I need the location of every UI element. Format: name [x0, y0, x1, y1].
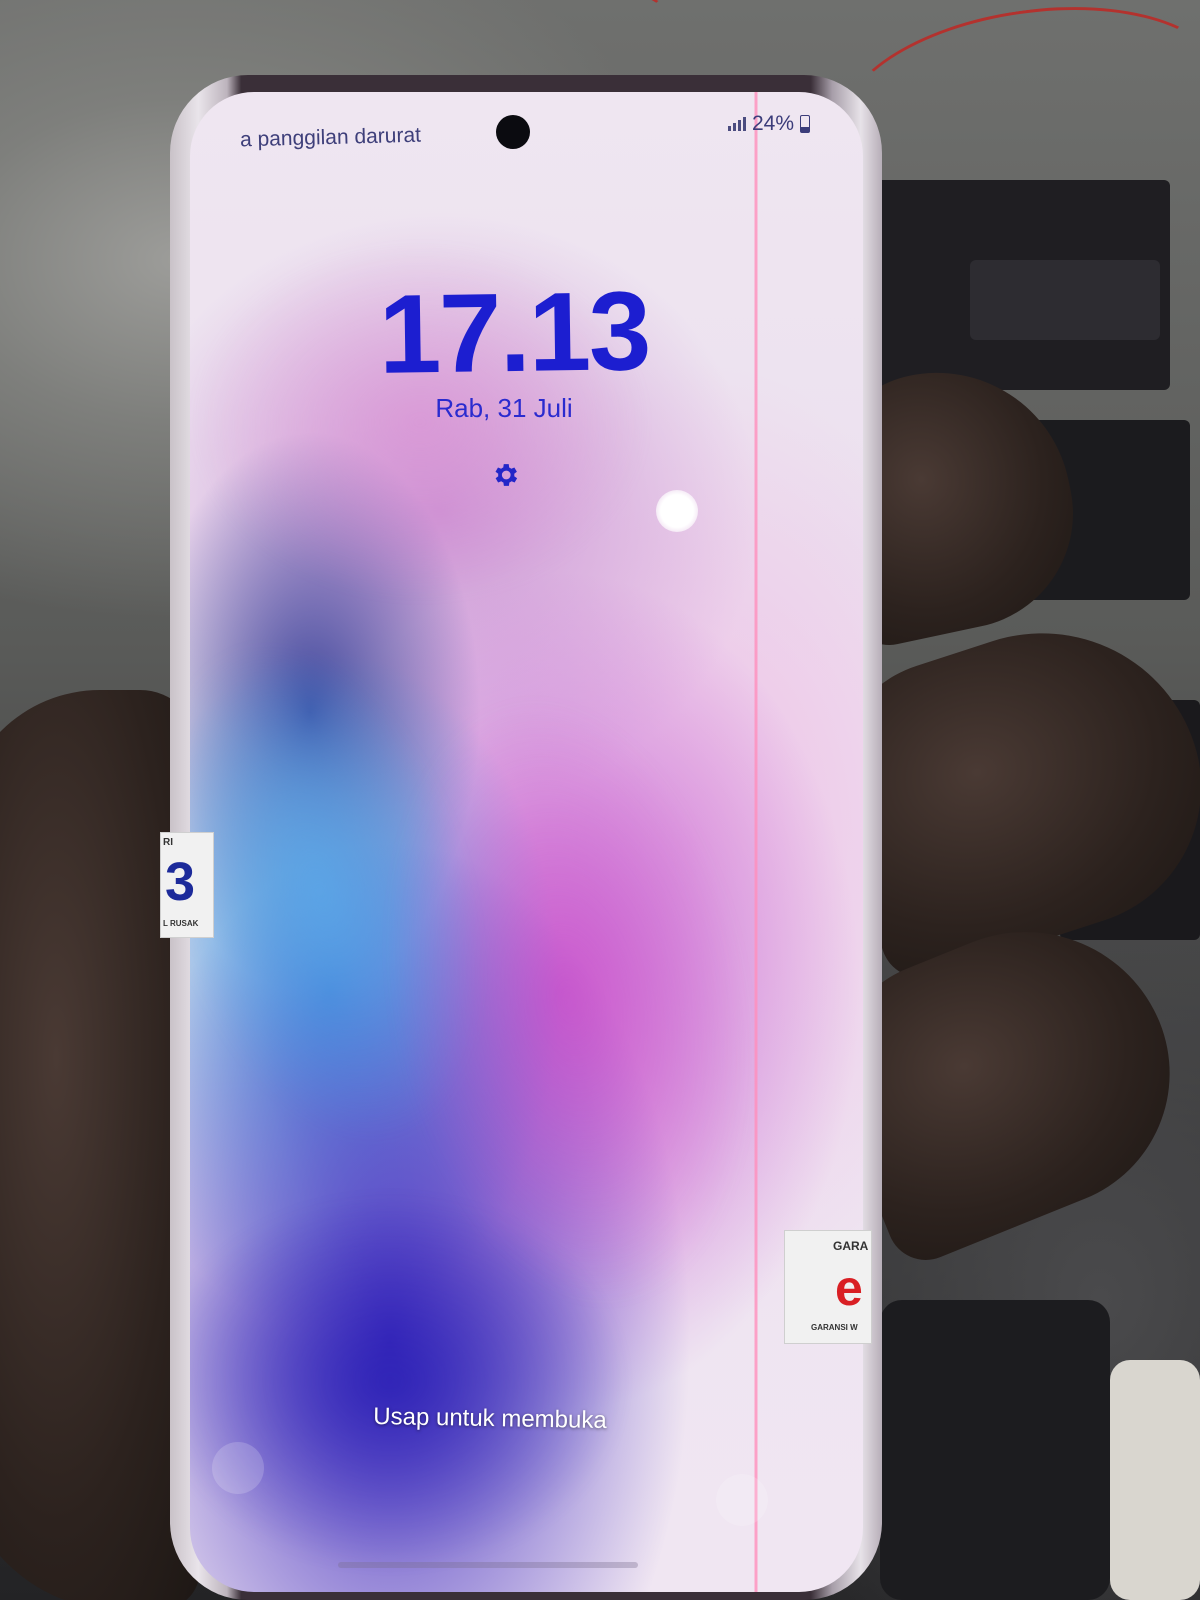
- light-reflection: [656, 490, 698, 532]
- settings-gear-icon[interactable]: [490, 460, 520, 490]
- background-case: [1110, 1360, 1200, 1600]
- warranty-sticker-right: GARA e GARANSI W: [784, 1230, 872, 1344]
- front-camera: [496, 115, 530, 149]
- sticker-right-bottom: GARANSI W: [811, 1323, 858, 1332]
- camera-icon[interactable]: [716, 1474, 768, 1526]
- signal-icon: [728, 117, 746, 131]
- battery-icon: [800, 115, 811, 133]
- emergency-call-text: a panggilan darurat: [239, 123, 422, 152]
- display-line-artifact: [754, 92, 758, 1592]
- warranty-sticker-left: RI 3 L RUSAK: [160, 832, 214, 938]
- lock-clock: 17.13: [377, 268, 651, 397]
- phone-icon[interactable]: [212, 1442, 264, 1494]
- gesture-bar[interactable]: [338, 1562, 638, 1568]
- lock-date: Rab, 31 Juli: [435, 393, 573, 423]
- sticker-left-bottom: L RUSAK: [163, 919, 199, 928]
- background-box: [970, 260, 1160, 340]
- swipe-to-unlock-hint: Usap untuk membuka: [373, 1402, 607, 1435]
- sticker-right-top: GARA: [833, 1239, 869, 1253]
- status-icons: 24%: [728, 112, 811, 136]
- background-phone: [880, 1300, 1110, 1600]
- sticker-right-big: e: [835, 1260, 863, 1316]
- battery-percent: 24%: [752, 112, 795, 135]
- sticker-left-big: 3: [165, 852, 196, 912]
- sticker-left-top: RI: [163, 837, 173, 848]
